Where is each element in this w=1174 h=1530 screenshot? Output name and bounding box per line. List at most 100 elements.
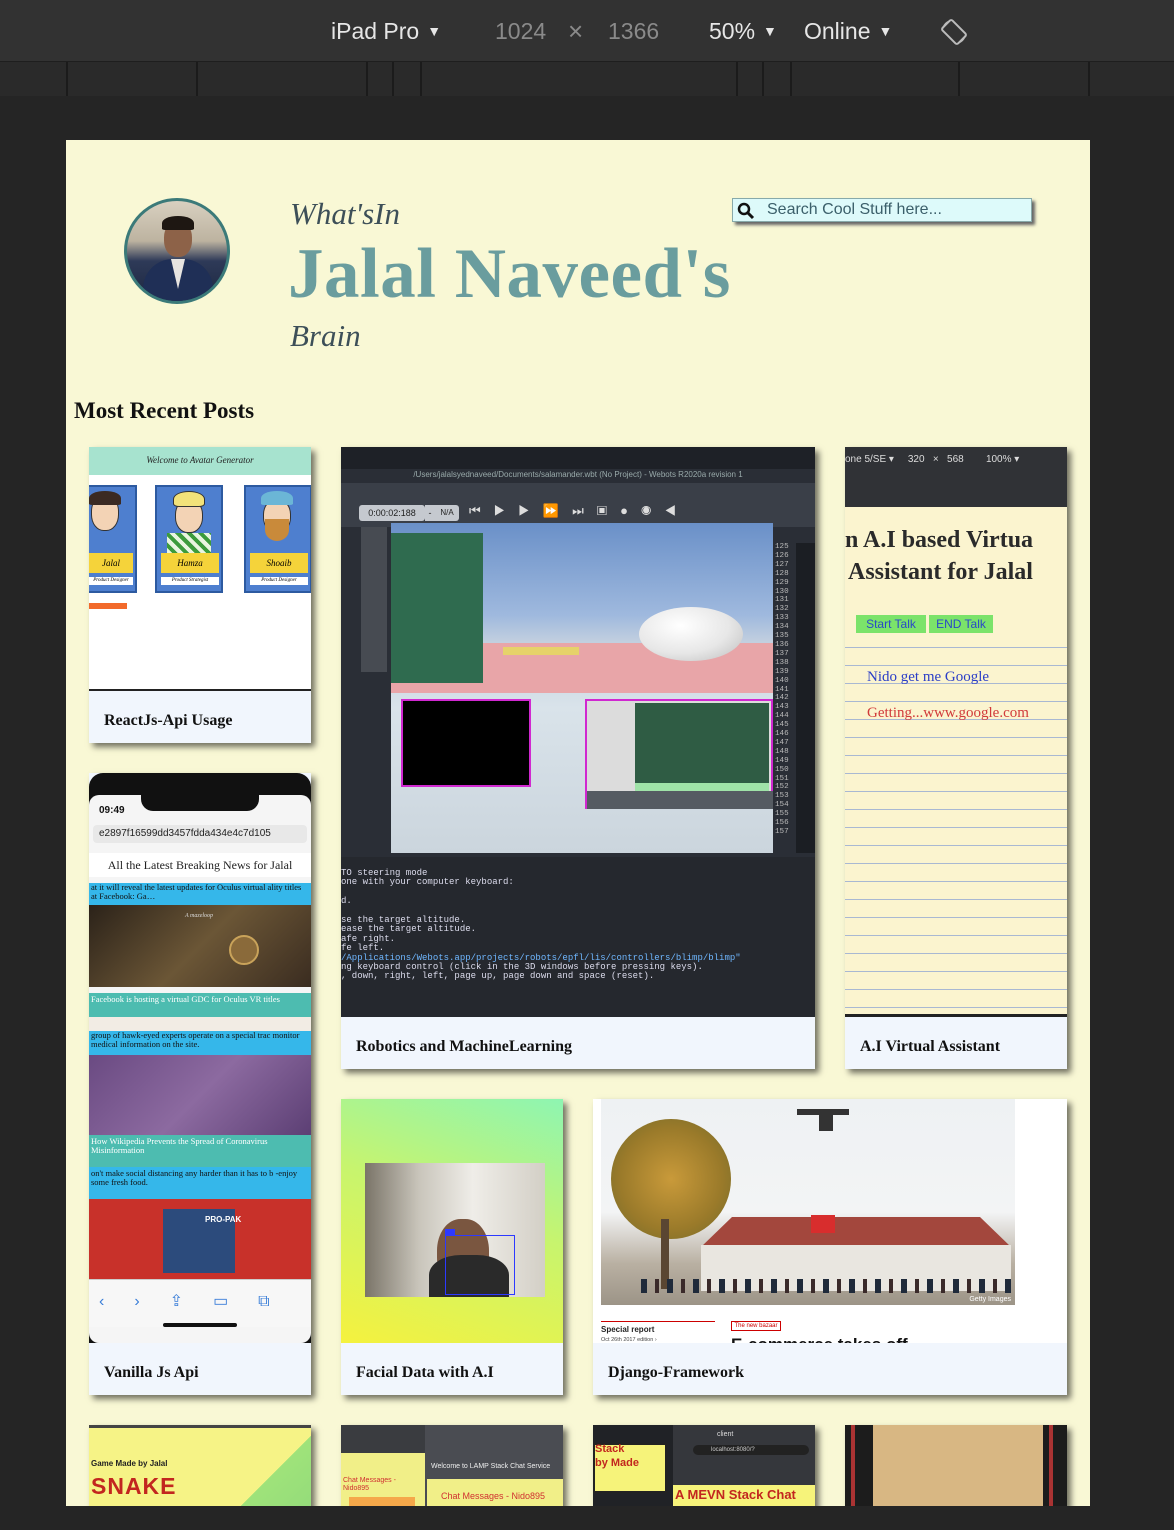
- thumb-heading: All the Latest Breaking News for Jalal: [89, 853, 311, 877]
- post-thumbnail: Stack by Made client localhost:8080/? A …: [593, 1425, 815, 1506]
- article-headline: E-commerce takes off: [731, 1335, 908, 1343]
- line-number: 150: [775, 765, 789, 774]
- thumb-heading: n A.I based Virtua: [845, 527, 1034, 553]
- news-item: group of hawk-eyed experts operate on a …: [89, 1031, 311, 1055]
- post-card-facial-data[interactable]: Facial Data with A.I: [341, 1099, 563, 1395]
- post-card-vanilla-js[interactable]: 09:49 e2897f16599dd3457fdda434e4c7d105 A…: [89, 773, 311, 1395]
- post-thumbnail: Game Made by Jalal SNAKE: [89, 1425, 311, 1506]
- playback-controls: ⏮▶▶⏩⏭▣●◉◀: [469, 503, 690, 518]
- start-talk-button: Start Talk: [856, 615, 926, 633]
- console-output: TO steering mode one with your computer k…: [341, 857, 815, 1017]
- post-title[interactable]: Robotics and MachineLearning: [356, 1038, 572, 1056]
- line-number: 154: [775, 801, 789, 810]
- window-title: /Users/jalalsyednaveed/Documents/salaman…: [413, 470, 743, 479]
- line-number: 155: [775, 810, 789, 819]
- end-talk-button: END Talk: [929, 615, 993, 633]
- ruler-mark: [420, 62, 422, 96]
- post-card-django[interactable]: Getty Images Special report Oct 26th 201…: [593, 1099, 1067, 1395]
- line-number: 125: [775, 543, 789, 551]
- network-value: Online: [804, 18, 871, 44]
- photo-credit: Getty Images: [969, 1296, 1011, 1303]
- avatar-role: Product Designer: [89, 577, 133, 585]
- news-item: on't make social distancing any harder t…: [89, 1167, 311, 1199]
- post-card-snake[interactable]: Game Made by Jalal SNAKE: [89, 1425, 311, 1506]
- rotate-icon[interactable]: [940, 18, 968, 53]
- game-caption: Game Made by Jalal: [91, 1459, 168, 1468]
- post-card-ai-assistant[interactable]: one 5/SE ▾ 320 × 568 100% ▾ n A.I based …: [845, 447, 1067, 1069]
- ruler-mark: [762, 62, 764, 96]
- news-item: How Wikipedia Prevents the Spread of Cor…: [89, 1135, 311, 1167]
- line-number: 126: [775, 551, 789, 560]
- chevron-down-icon: ▼: [878, 23, 893, 39]
- search-input[interactable]: [767, 200, 1029, 220]
- height-input[interactable]: 1366: [608, 16, 659, 46]
- search-box[interactable]: [732, 198, 1032, 222]
- page-viewport: What'sIn Jalal Naveed's Brain Most Recen…: [66, 140, 1090, 1506]
- width-input[interactable]: 1024: [495, 16, 546, 46]
- mevn-title: A MEVN Stack Chat: [675, 1487, 796, 1502]
- timer-display: 0:00:02:188: [359, 505, 425, 521]
- site-title: Jalal Naveed's: [288, 235, 731, 313]
- ruler-mark: [196, 62, 198, 96]
- post-title[interactable]: Facial Data with A.I: [356, 1364, 494, 1382]
- status-time: 09:49: [99, 805, 125, 816]
- django-photo: Getty Images: [601, 1099, 1015, 1305]
- browser-tab: client: [717, 1431, 734, 1438]
- console-line: ease the target altitude.: [341, 924, 477, 935]
- side-text: Stack: [595, 1443, 625, 1455]
- post-thumbnail: 09:49 e2897f16599dd3457fdda434e4c7d105 A…: [89, 773, 311, 1343]
- browser-url: localhost:8080/?: [693, 1445, 809, 1455]
- post-thumbnail: [845, 1425, 1067, 1506]
- news-item: Facebook is hosting a virtual GDC for Oc…: [89, 993, 311, 1017]
- chat-welcome: Welcome to LAMP Stack Chat Service: [431, 1463, 551, 1470]
- post-card-reactjs[interactable]: Welcome to Avatar Generator Jalal Hamza …: [89, 447, 311, 743]
- device-select[interactable]: iPad Pro ▼: [331, 16, 441, 46]
- line-number: 127: [775, 560, 789, 569]
- post-thumbnail: one 5/SE ▾ 320 × 568 100% ▾ n A.I based …: [845, 447, 1067, 1017]
- line-number: 143: [775, 703, 789, 712]
- post-title[interactable]: Vanilla Js Api: [104, 1364, 199, 1382]
- post-title[interactable]: Django-Framework: [608, 1364, 744, 1382]
- article-badge: The new bazaar: [731, 1321, 781, 1331]
- ruler-mark: [958, 62, 960, 96]
- thumb-heading: Welcome to Avatar Generator: [146, 455, 254, 465]
- avatar-hair: [162, 216, 194, 230]
- line-number: 140: [775, 676, 789, 685]
- post-thumbnail: Chat Messages - Nido895 Welcome to LAMP …: [341, 1425, 563, 1506]
- console-line: d.: [341, 896, 352, 907]
- device-toolbar: iPad Pro ▼ 1024 × 1366 50% ▼ Online ▼: [0, 0, 1174, 62]
- post-title[interactable]: ReactJs-Api Usage: [104, 712, 232, 730]
- avatar: [124, 198, 230, 304]
- post-card-robotics[interactable]: /Users/jalalsyednaveed/Documents/salaman…: [341, 447, 815, 1069]
- chevron-down-icon: ▼: [763, 23, 777, 39]
- media-query-ruler: [0, 62, 1174, 96]
- news-item: at it will reveal the latest updates for…: [89, 883, 311, 905]
- ruler-mark: [790, 62, 792, 96]
- post-card-mevn-chat[interactable]: Stack by Made client localhost:8080/? A …: [593, 1425, 815, 1506]
- avatar-name: Jalal: [89, 553, 133, 573]
- console-line: , down, right, left, page up, page down …: [341, 971, 655, 982]
- zoom-select[interactable]: 50% ▼: [709, 16, 777, 46]
- search-icon: [737, 202, 755, 220]
- maze-caption: A mazeloop: [185, 913, 214, 919]
- line-number: 157: [775, 828, 789, 836]
- timer-separator: -: [425, 505, 435, 521]
- line-number: 137: [775, 649, 789, 658]
- ruler-mark: [1088, 62, 1090, 96]
- webots-3d-view: [391, 523, 773, 853]
- avatar-name: Shoaib: [250, 553, 308, 573]
- chat-label: Chat Messages - Nido895: [441, 1491, 546, 1501]
- console-line: one with your computer keyboard:: [341, 877, 514, 888]
- post-card-extra[interactable]: [845, 1425, 1067, 1506]
- post-card-lamp-chat[interactable]: Chat Messages - Nido895 Welcome to LAMP …: [341, 1425, 563, 1506]
- line-number: 153: [775, 792, 789, 801]
- network-select[interactable]: Online ▼: [804, 16, 892, 46]
- avatar-role: Product Designer: [250, 577, 308, 585]
- section-title: Most Recent Posts: [74, 398, 255, 423]
- post-title[interactable]: A.I Virtual Assistant: [860, 1038, 1000, 1056]
- line-number: 135: [775, 632, 789, 641]
- line-number: 133: [775, 614, 789, 623]
- line-number: 132: [775, 605, 789, 614]
- ruler-mark: [736, 62, 738, 96]
